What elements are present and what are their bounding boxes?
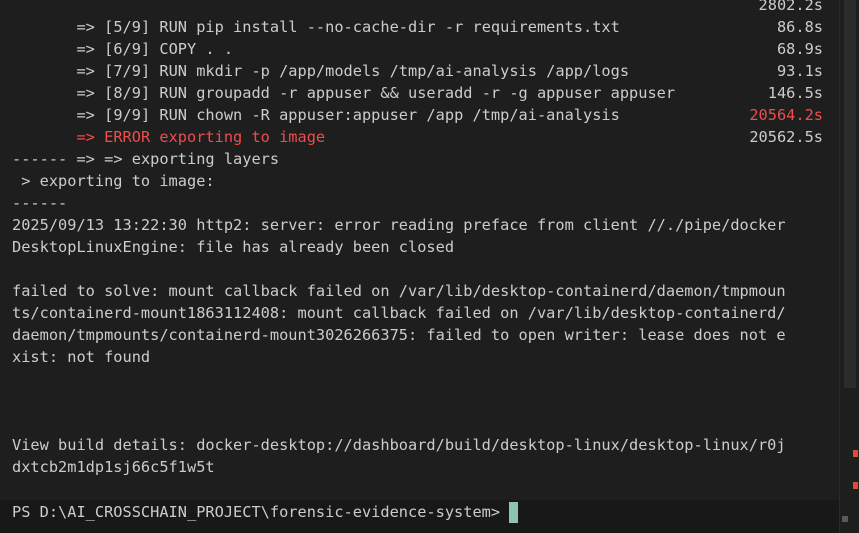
build-step-line: => [5/9] RUN pip install --no-cache-dir … <box>12 0 827 36</box>
failure-message-line: failed to solve: mount callback failed o… <box>12 282 786 300</box>
separator-line: ------ <box>12 194 68 212</box>
build-step-line: => [7/9] RUN mkdir -p /app/models /tmp/a… <box>12 38 827 80</box>
prompt-area[interactable]: PS D:\AI_CROSSCHAIN_PROJECT\forensic-evi… <box>0 500 840 533</box>
section-header-line: > exporting to image: <box>12 172 215 190</box>
build-error-line: => ERROR exporting to image 20564.2s <box>12 104 827 146</box>
build-substep-line: => => exporting layers 20562.5s <box>12 126 827 168</box>
text-cursor <box>509 501 519 523</box>
build-step-duration: 20564.2s <box>749 106 823 124</box>
scroll-position-icon <box>842 516 848 522</box>
vertical-scrollbar[interactable] <box>839 0 859 533</box>
failure-message-line: ts/containerd-mount1863112408: mount cal… <box>12 304 786 322</box>
build-step-line: => [6/9] COPY . . 86.8s <box>12 16 827 58</box>
error-log-line: DesktopLinuxEngine: file has already bee… <box>12 238 455 256</box>
build-step-line: => [9/9] RUN chown -R appuser:appuser /a… <box>12 82 827 124</box>
separator-line: ------ <box>12 150 68 168</box>
build-step-duration: 20562.5s <box>749 128 823 146</box>
prompt-text: PS D:\AI_CROSSCHAIN_PROJECT\forensic-evi… <box>12 503 501 521</box>
error-marker-icon <box>853 450 858 457</box>
build-step-duration: 93.1s <box>776 62 823 80</box>
build-step-duration: 146.5s <box>767 84 823 102</box>
build-step-duration: 68.9s <box>776 40 823 58</box>
build-step-duration: 2802.2s <box>758 0 823 14</box>
failure-message-line: xist: not found <box>12 348 151 366</box>
build-step-duration: 86.8s <box>776 18 823 36</box>
build-details-line: dxtcb2m1dp1sj66c5f1w5t <box>12 458 215 476</box>
shell-prompt[interactable]: PS D:\AI_CROSSCHAIN_PROJECT\forensic-evi… <box>12 500 519 524</box>
error-log-line: 2025/09/13 13:22:30 http2: server: error… <box>12 216 786 234</box>
scrollbar-thumb[interactable] <box>844 0 856 388</box>
terminal-panel[interactable]: => [5/9] RUN pip install --no-cache-dir … <box>0 0 859 533</box>
terminal-output: => [5/9] RUN pip install --no-cache-dir … <box>12 0 827 478</box>
build-step-line: => [8/9] RUN groupadd -r appuser && user… <box>12 60 827 102</box>
build-details-line[interactable]: View build details: docker-desktop://das… <box>12 434 827 456</box>
error-marker-icon <box>853 482 858 489</box>
failure-message-line: daemon/tmpmounts/containerd-mount3026266… <box>12 326 786 344</box>
